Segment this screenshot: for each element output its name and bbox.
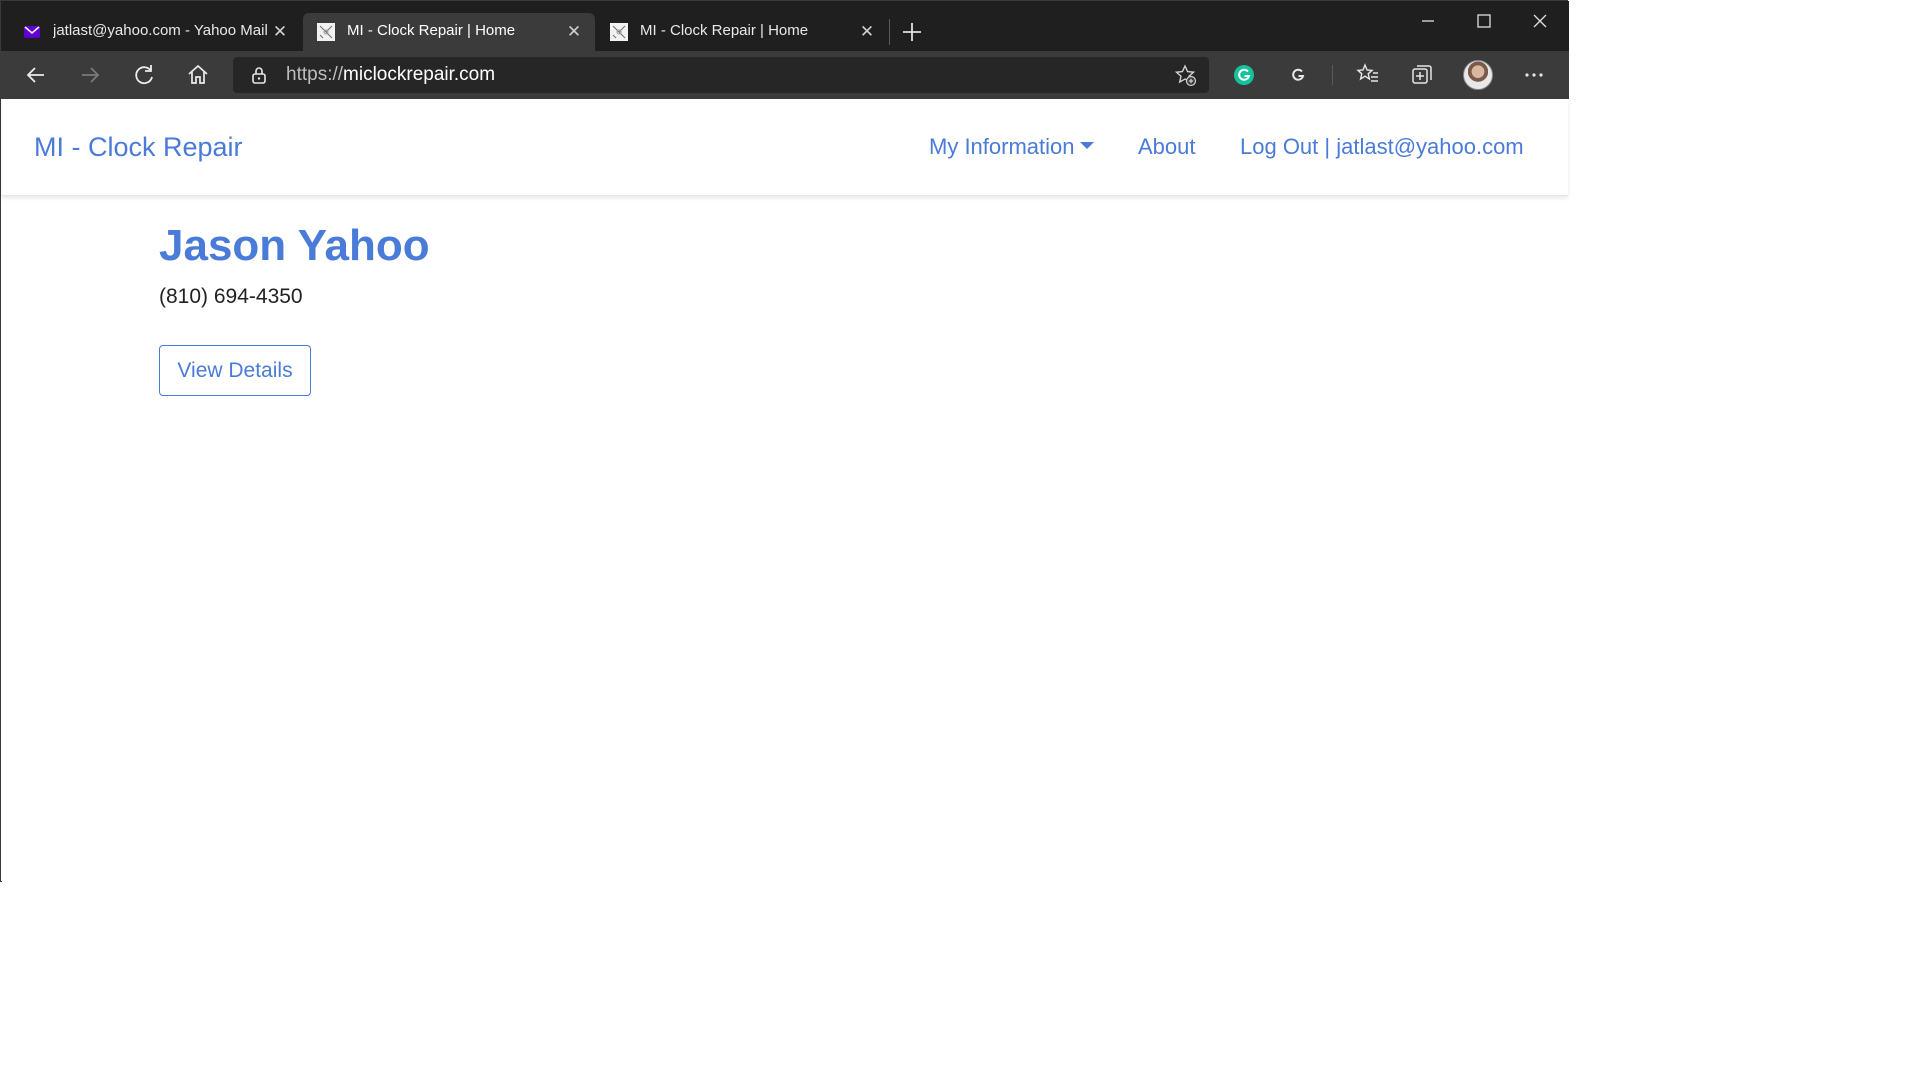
tab-clock-repair[interactable]: MI - Clock Repair | Home ✕: [596, 13, 888, 51]
site-brand-link[interactable]: MI - Clock Repair: [34, 132, 243, 163]
close-tab-icon[interactable]: ✕: [271, 23, 289, 41]
tab-title: MI - Clock Repair | Home: [640, 22, 809, 39]
browser-window: jatlast@yahoo.com - Yahoo Mail ✕ MI - Cl…: [0, 0, 1569, 882]
add-favorite-icon[interactable]: [1173, 63, 1197, 87]
close-tab-icon[interactable]: ✕: [858, 23, 876, 41]
tab-strip: jatlast@yahoo.com - Yahoo Mail ✕ MI - Cl…: [1, 1, 1569, 51]
grammarly-icon[interactable]: [1230, 61, 1258, 89]
url-host: miclockrepair.com: [343, 64, 496, 85]
maximize-icon[interactable]: [1470, 7, 1498, 35]
web-page: MI - Clock Repair My Information About L…: [2, 99, 1568, 882]
site-icon: [317, 23, 335, 41]
collections-icon[interactable]: [1408, 61, 1436, 89]
tab-separator: [889, 19, 890, 45]
view-details-button[interactable]: View Details: [159, 345, 311, 396]
url-text[interactable]: https://miclockrepair.com: [286, 64, 495, 86]
yahoo-mail-icon: [24, 26, 40, 38]
close-window-icon[interactable]: [1526, 7, 1554, 35]
back-icon[interactable]: [22, 61, 50, 89]
nav-my-information-label: My Information: [929, 134, 1075, 159]
tab-title: jatlast@yahoo.com - Yahoo Mail: [53, 22, 268, 39]
nav-about-link[interactable]: About: [1138, 134, 1196, 160]
nav-my-information-dropdown[interactable]: My Information: [929, 134, 1094, 160]
home-icon[interactable]: [184, 61, 212, 89]
close-tab-icon[interactable]: ✕: [565, 23, 583, 41]
forward-icon[interactable]: [76, 61, 104, 89]
profile-phone: (810) 694-4350: [159, 285, 303, 308]
new-tab-icon[interactable]: [899, 19, 925, 45]
tab-title: MI - Clock Repair | Home: [347, 22, 516, 39]
lock-icon[interactable]: [249, 65, 269, 85]
site-icon: [610, 23, 628, 41]
profile-name: Jason Yahoo: [159, 221, 430, 270]
minimize-icon[interactable]: [1414, 7, 1442, 35]
browser-toolbar: https://miclockrepair.com: [1, 51, 1569, 99]
site-navbar: MI - Clock Repair My Information About L…: [2, 99, 1568, 196]
refresh-icon[interactable]: [130, 61, 158, 89]
tab-clock-repair-active[interactable]: MI - Clock Repair | Home ✕: [303, 13, 595, 51]
profile-avatar[interactable]: [1463, 60, 1493, 90]
url-scheme: https://: [286, 64, 344, 85]
favorites-icon[interactable]: [1354, 61, 1382, 89]
nav-logout-link[interactable]: Log Out | jatlast@yahoo.com: [1240, 134, 1524, 160]
grammarly-go-icon[interactable]: [1284, 61, 1312, 89]
more-icon[interactable]: [1520, 61, 1548, 89]
caret-down-icon: [1079, 141, 1094, 149]
address-bar[interactable]: https://miclockrepair.com: [233, 57, 1209, 93]
tab-yahoo-mail[interactable]: jatlast@yahoo.com - Yahoo Mail ✕: [9, 13, 301, 51]
toolbar-separator: [1332, 65, 1333, 85]
